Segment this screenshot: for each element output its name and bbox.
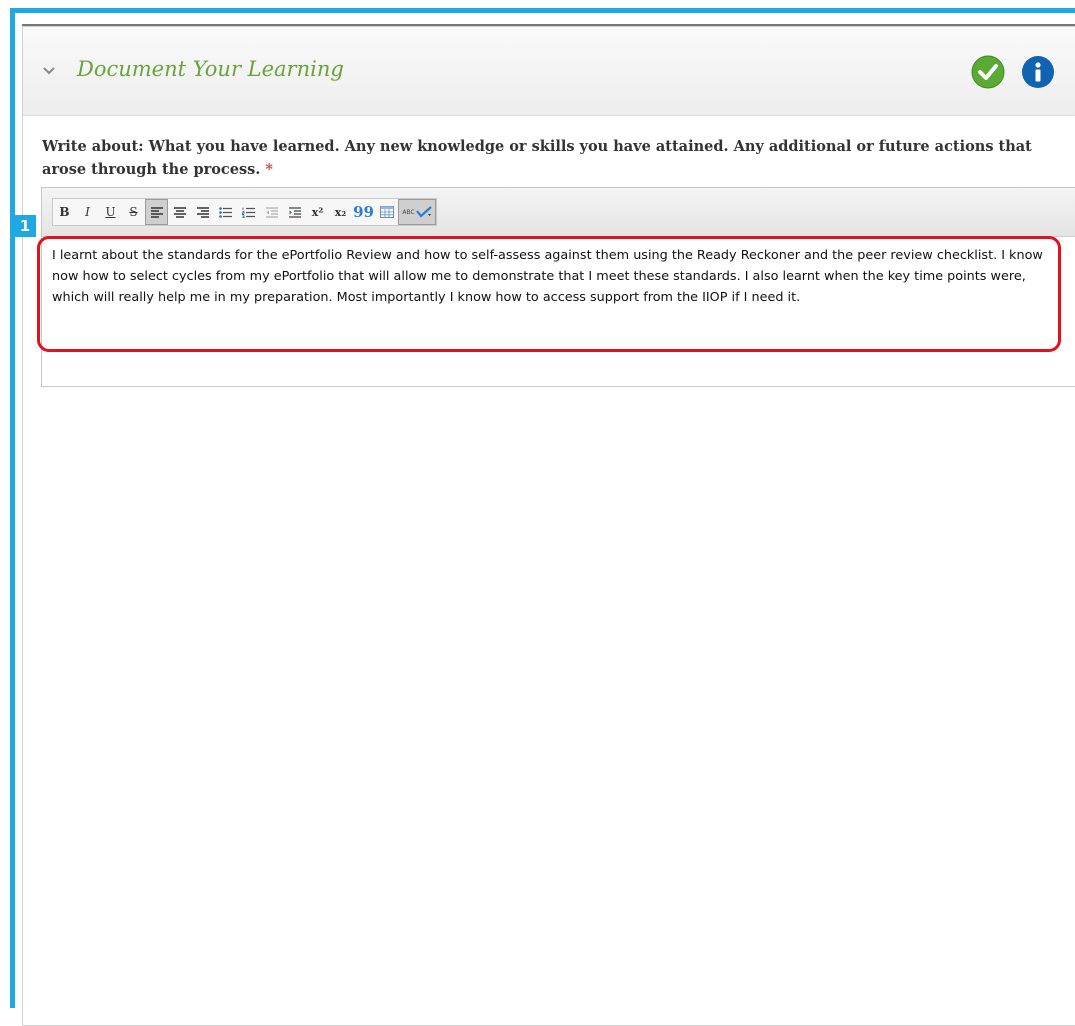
editor-toolbar: B I U S x² x₂ 99 ABC [42, 188, 1075, 237]
indent-button[interactable] [283, 199, 306, 225]
toolbar-button-group: B I U S x² x₂ 99 ABC [52, 198, 437, 226]
superscript-label: x² [311, 205, 324, 219]
table-icon [379, 206, 394, 218]
align-right-button[interactable] [191, 199, 214, 225]
spellcheck-icon [415, 206, 432, 218]
subscript-label: x₂ [334, 205, 347, 219]
indent-icon [288, 206, 301, 218]
underline-label: U [105, 205, 116, 219]
prompt-text: Write about: What you have learned. Any … [42, 138, 1032, 178]
strikethrough-label: S [129, 205, 138, 219]
outdent-button[interactable] [260, 199, 283, 225]
numbered-list-icon [242, 207, 255, 218]
info-icon[interactable] [1021, 55, 1055, 89]
bullet-list-button[interactable] [214, 199, 237, 225]
superscript-button[interactable]: x² [306, 199, 329, 225]
underline-button[interactable]: U [99, 199, 122, 225]
section-title: Document Your Learning [77, 57, 344, 81]
align-left-icon [150, 206, 163, 218]
align-left-button[interactable] [145, 199, 168, 225]
numbered-list-button[interactable] [237, 199, 260, 225]
annotation-marker: 1 [14, 215, 36, 237]
align-right-icon [196, 206, 209, 218]
bold-label: B [59, 205, 70, 219]
blockquote-button[interactable]: 99 [352, 199, 375, 225]
strikethrough-button[interactable]: S [122, 199, 145, 225]
bold-button[interactable]: B [53, 199, 76, 225]
bullet-list-icon [219, 206, 232, 218]
align-center-button[interactable] [168, 199, 191, 225]
italic-label: I [85, 205, 90, 219]
align-center-icon [173, 206, 186, 218]
spellcheck-button[interactable]: ABC [398, 199, 436, 225]
question-prompt: Write about: What you have learned. Any … [42, 135, 1042, 181]
quote-label: 99 [353, 203, 374, 221]
outdent-icon [265, 206, 278, 218]
subscript-button[interactable]: x₂ [329, 199, 352, 225]
required-marker: * [265, 161, 274, 178]
italic-button[interactable]: I [76, 199, 99, 225]
document-learning-card: Document Your Learning Write about: What… [22, 26, 1075, 1026]
spellcheck-label: ABC [402, 208, 415, 216]
editor-content[interactable]: I learnt about the standards for the ePo… [52, 245, 1057, 308]
insert-table-button[interactable] [375, 199, 398, 225]
chevron-down-icon[interactable] [43, 65, 55, 77]
section-header[interactable]: Document Your Learning [23, 27, 1075, 116]
check-icon [971, 55, 1005, 89]
